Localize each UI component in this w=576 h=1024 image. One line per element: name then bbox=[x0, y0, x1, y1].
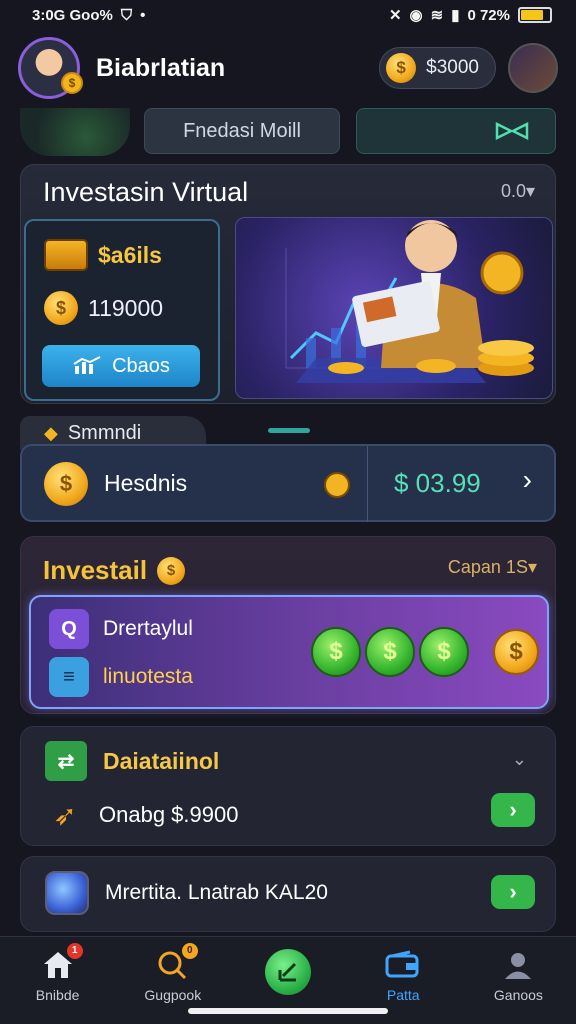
coin-badge-icon: $ bbox=[61, 72, 83, 94]
signal-icon: ▮ bbox=[451, 7, 460, 24]
home-indicator[interactable] bbox=[188, 1008, 388, 1014]
chart-button-label: Cbaos bbox=[112, 354, 170, 377]
globe-icon bbox=[45, 871, 89, 915]
invest-card: Investail $ Capan 1S▾ Q Drertaylul ≡ lin… bbox=[20, 536, 556, 714]
profile-thumbnail[interactable] bbox=[508, 43, 558, 93]
dot-icon: • bbox=[140, 6, 146, 24]
username: Biabrlatian bbox=[96, 53, 226, 82]
invest-row1-label: Drertaylul bbox=[103, 617, 193, 640]
nav-label: Ganoos bbox=[493, 987, 543, 1003]
coin-amount: 119000 bbox=[88, 294, 164, 321]
go-button[interactable]: › bbox=[491, 793, 535, 827]
rocket-icon: ➶ bbox=[53, 799, 77, 831]
digital-row-text: Onabg $.9900 bbox=[99, 802, 239, 827]
nav-label: Bnibde bbox=[35, 987, 80, 1003]
timer-icon bbox=[324, 472, 350, 498]
wallet-label: $a6ils bbox=[98, 241, 162, 268]
wallet-icon bbox=[44, 239, 88, 271]
digital-header[interactable]: ⇄ Daiataiinol bbox=[45, 741, 219, 781]
clipboard-icon: ≡ bbox=[49, 657, 89, 697]
wifi-icon: ≋ bbox=[430, 7, 444, 24]
user-icon bbox=[499, 947, 537, 983]
exchange-icon: ⇄ bbox=[45, 741, 87, 781]
item-price: $ 03.99 bbox=[394, 468, 481, 498]
status-bar: 3:0G Goo% ⛉ • ✕ ◉ ≋ ▮ 0 72% bbox=[0, 0, 576, 30]
battery-icon bbox=[518, 7, 552, 23]
tab-right[interactable] bbox=[356, 108, 556, 154]
coin-icon: $ bbox=[386, 53, 417, 83]
coin-stack: $ $ $ $ bbox=[311, 627, 539, 677]
chart-icon bbox=[73, 356, 101, 374]
nav-label: Patta bbox=[386, 987, 420, 1003]
shield-icon: ⛉ bbox=[120, 6, 133, 24]
ticket-icon: ◆ bbox=[44, 422, 58, 443]
battery-percent: 0 72% bbox=[467, 6, 510, 24]
invest-panel[interactable]: Q Drertaylul ≡ linuotesta $ $ $ $ bbox=[29, 595, 549, 709]
virtual-investment-card: Investasin Virtual 0.0▾ $a6ils $ 119000 … bbox=[20, 164, 556, 404]
invest-meta[interactable]: Capan 1S▾ bbox=[448, 557, 537, 578]
item-name: Hesdnis bbox=[104, 470, 188, 496]
drag-handle[interactable] bbox=[268, 428, 310, 433]
select-item-card[interactable]: $ Hesdnis $ 03.99 › bbox=[20, 444, 556, 522]
notification-badge: 0 bbox=[181, 943, 198, 959]
tabs-row: Fnedasi Moill bbox=[20, 108, 556, 156]
card-title: Investasin Virtual bbox=[43, 177, 249, 207]
gold-coin-icon: $ bbox=[493, 629, 539, 675]
nav-item-profile[interactable]: Ganoos bbox=[461, 937, 576, 1024]
balance-pill[interactable]: $ $3000 bbox=[379, 47, 496, 89]
chevron-down-icon[interactable]: ⌄ bbox=[512, 749, 527, 770]
bow-tie-icon bbox=[495, 121, 529, 141]
invest-title-group: Investail $ bbox=[43, 555, 186, 586]
green-coin-icon: $ bbox=[311, 627, 361, 677]
invest-title: Investail bbox=[43, 555, 148, 585]
green-coin-icon: $ bbox=[365, 627, 415, 677]
digital-row: ➶ Onabg $.9900 bbox=[45, 795, 238, 835]
header: $ Biabrlatian $ $3000 bbox=[0, 30, 576, 106]
digital-title: Daiataiinol bbox=[103, 747, 220, 774]
nav-label: Gugpook bbox=[144, 987, 202, 1003]
tab-center[interactable]: Fnedasi Moill bbox=[144, 108, 340, 154]
select-tab-label: Smmndi bbox=[67, 421, 142, 444]
coin-icon: $ bbox=[44, 291, 78, 325]
alarm-icon: ◉ bbox=[409, 7, 423, 24]
home-icon: 1 bbox=[39, 943, 83, 983]
market-card: Mrertita. Lnatrab KAL20 › bbox=[20, 856, 556, 932]
select-section: ◆ Smmndi $ Hesdnis $ 03.99 › bbox=[20, 414, 556, 524]
investor-illustration-art bbox=[285, 220, 534, 383]
globe-icon bbox=[20, 108, 130, 156]
coin-icon: $ bbox=[157, 556, 186, 585]
balance-value: $3000 bbox=[426, 57, 479, 78]
invest-row2-label: linuotesta bbox=[103, 665, 193, 688]
go-button[interactable]: › bbox=[491, 875, 535, 909]
card-meta[interactable]: 0.0▾ bbox=[501, 181, 535, 202]
divider bbox=[367, 446, 368, 522]
notification-badge: 1 bbox=[66, 943, 83, 959]
search-icon: 0 bbox=[154, 943, 198, 983]
chart-button[interactable]: Cbaos bbox=[42, 345, 200, 387]
avatar[interactable]: $ bbox=[18, 37, 83, 99]
investor-illustration bbox=[235, 217, 553, 399]
market-text: Mrertita. Lnatrab KAL20 bbox=[105, 881, 328, 904]
digital-card: ⇄ Daiataiinol ⌄ ➶ Onabg $.9900 › bbox=[20, 726, 556, 846]
nav-item-home[interactable]: 1 Bnibde bbox=[0, 937, 115, 1024]
nfc-icon: ✕ bbox=[388, 7, 402, 24]
chart-icon bbox=[265, 949, 311, 995]
chevron-right-icon[interactable]: › bbox=[523, 464, 532, 496]
green-coin-icon: $ bbox=[419, 627, 469, 677]
wallet-box: $a6ils $ 119000 Cbaos bbox=[24, 219, 220, 401]
wallet-icon bbox=[384, 947, 422, 983]
search-icon: Q bbox=[49, 609, 89, 649]
coin-icon: $ bbox=[44, 462, 88, 506]
status-time: 3:0G Goo% bbox=[32, 6, 113, 24]
